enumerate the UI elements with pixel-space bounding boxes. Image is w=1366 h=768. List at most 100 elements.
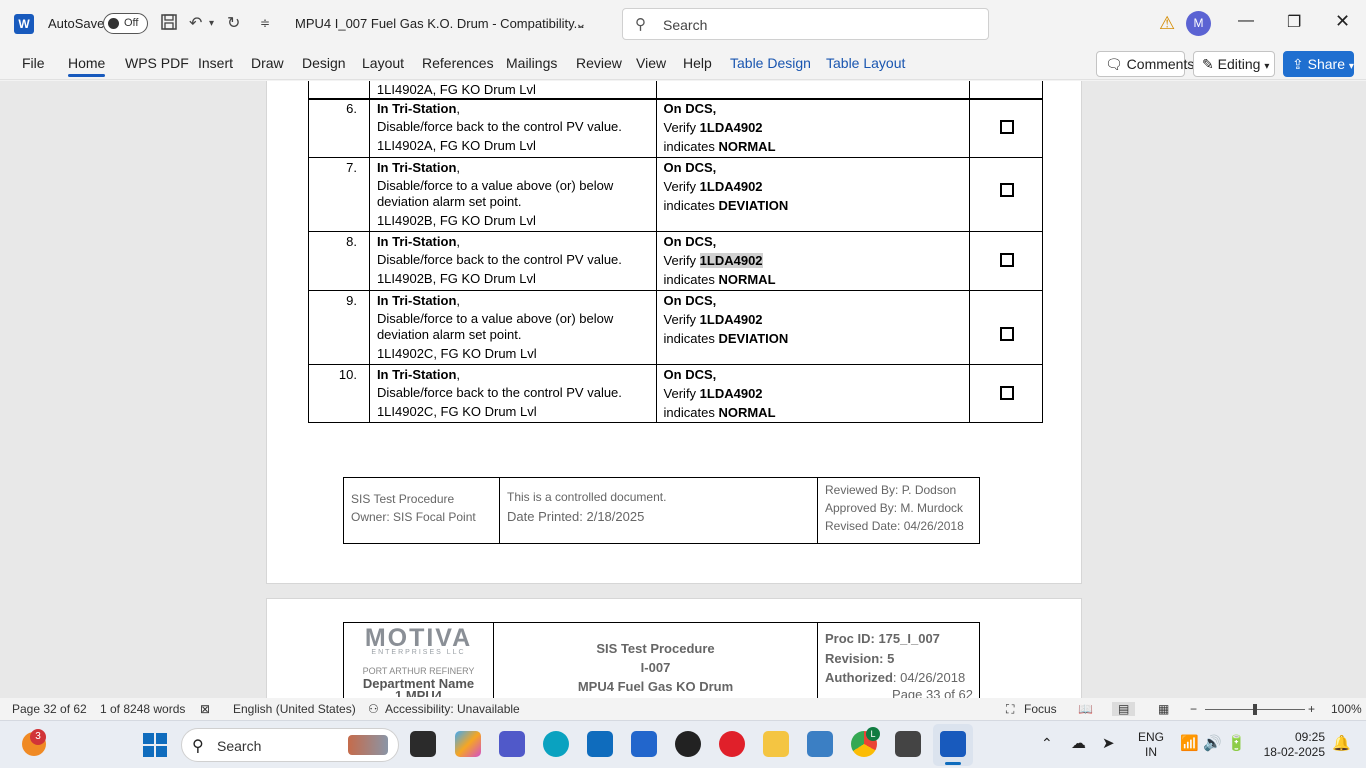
task-view-icon[interactable] [410, 731, 436, 757]
tab-wps-pdf[interactable]: WPS PDF [125, 55, 189, 71]
zoom-in-icon[interactable]: + [1308, 702, 1315, 716]
redo-icon[interactable]: ↻ [227, 13, 240, 33]
undo-icon[interactable]: ↶ [189, 13, 202, 33]
action-cell[interactable]: In Tri-Station, Disable/force to a value … [368, 157, 657, 232]
volume-icon[interactable]: 🔊 [1203, 734, 1222, 752]
clock[interactable]: 09:25 18-02-2025 [1259, 730, 1325, 760]
web-layout-icon[interactable]: ▦ [1158, 702, 1169, 716]
close-icon[interactable]: ✕ [1335, 11, 1350, 32]
undo-dropdown-icon[interactable]: ▾ [209, 18, 214, 29]
document-page[interactable]: 1LI4902A, FG KO Drum Lvl 6. In Tri-Statio… [266, 81, 1082, 584]
print-layout-icon[interactable]: ▤ [1112, 702, 1136, 716]
wifi-icon[interactable]: 📶 [1180, 734, 1199, 752]
comments-button[interactable]: 🗨 Comments [1096, 51, 1194, 77]
app2-icon[interactable] [895, 731, 921, 757]
tab-help[interactable]: Help [683, 55, 712, 71]
windows-start-icon[interactable] [143, 733, 167, 757]
notification-bell-icon[interactable]: 🔔 [1332, 734, 1351, 752]
action-cell[interactable]: In Tri-Station, Disable/force back to the… [368, 364, 657, 423]
tab-insert[interactable]: Insert [198, 55, 233, 71]
copilot-icon[interactable] [455, 731, 481, 757]
step-checkbox[interactable] [1000, 183, 1015, 197]
taskbar-search[interactable]: ⚲ Search [181, 728, 399, 762]
action-cell[interactable]: 1LI4902A, FG KO Drum Lvl [368, 81, 657, 100]
powerautomate-icon[interactable] [631, 731, 657, 757]
verify-tag[interactable]: 1LDA4902 [700, 120, 763, 135]
share-button[interactable]: ⇪ Share ▾ [1283, 51, 1354, 77]
zoom-level[interactable]: 100% [1331, 702, 1362, 716]
file-explorer-icon[interactable] [763, 731, 789, 757]
verify-tag[interactable]: 1LDA4902 [699, 253, 763, 268]
avatar[interactable]: M [1186, 11, 1211, 36]
teams-icon[interactable] [499, 731, 525, 757]
tab-view[interactable]: View [636, 55, 666, 71]
tab-design[interactable]: Design [302, 55, 346, 71]
action-cell[interactable]: In Tri-Station, Disable/force to a value … [368, 290, 657, 365]
header-procedure-id: I-007 [640, 660, 671, 675]
autosave-toggle[interactable]: Off [103, 13, 148, 34]
tab-layout[interactable]: Layout [362, 55, 404, 71]
verify-tag[interactable]: 1LDA4902 [700, 179, 763, 194]
focus-button[interactable]: Focus [1024, 702, 1057, 716]
maximize-icon[interactable]: ❐ [1287, 12, 1301, 32]
network-status-icon[interactable]: ☁ [1071, 734, 1086, 752]
verify-cell[interactable] [655, 81, 971, 100]
document-page-next[interactable]: MOTIVA ENTERPRISES LLC PORT ARTHUR REFIN… [266, 598, 1082, 698]
word-count[interactable]: 1 of 8248 words [100, 702, 185, 716]
header-title-cell: SIS Test Procedure I-007 MPU4 Fuel Gas K… [493, 622, 818, 698]
minimize-icon[interactable]: — [1238, 12, 1254, 30]
customize-quick-access-icon[interactable]: ≑ [260, 16, 270, 30]
chevron-down-icon[interactable]: ⌄ [575, 15, 587, 32]
language-indicator[interactable]: ENG IN [1138, 730, 1164, 760]
page-count[interactable]: Page 32 of 62 [12, 702, 87, 716]
verify-cell[interactable]: On DCS, Verify 1LDA4902 indicates DEVIATI… [655, 290, 971, 365]
tab-mailings[interactable]: Mailings [506, 55, 557, 71]
step-checkbox[interactable] [1000, 120, 1015, 134]
tab-table-layout[interactable]: Table Layout [826, 55, 905, 71]
verify-cell[interactable]: On DCS, Verify 1LDA4902 indicates NORMAL [655, 364, 971, 423]
zoom-slider[interactable] [1205, 704, 1305, 715]
step-checkbox[interactable] [1000, 327, 1015, 341]
action-cell[interactable]: In Tri-Station, Disable/force back to the… [368, 231, 657, 291]
search-box[interactable]: ⚲ Search [622, 8, 989, 40]
document-title[interactable]: MPU4 I_007 Fuel Gas K.O. Drum - Compatib… [295, 16, 584, 31]
search-highlight-image [348, 735, 388, 755]
chevron-up-icon[interactable]: ⌃ [1041, 735, 1053, 752]
warning-icon[interactable]: ⚠ [1159, 13, 1175, 34]
action-cell[interactable]: In Tri-Station, Disable/force back to the… [368, 98, 657, 158]
step-checkbox[interactable] [1000, 253, 1015, 267]
tab-references[interactable]: References [422, 55, 494, 71]
verify-tag[interactable]: 1LDA4902 [700, 386, 763, 401]
dell-icon[interactable] [675, 731, 701, 757]
document-area[interactable]: 1LI4902A, FG KO Drum Lvl 6. In Tri-Statio… [0, 81, 1366, 698]
read-mode-icon[interactable]: 📖 [1078, 702, 1093, 716]
word-taskbar-icon [940, 731, 966, 757]
location-icon[interactable]: ➤ [1102, 734, 1115, 752]
verify-tag[interactable]: 1LDA4902 [700, 312, 763, 327]
save-icon[interactable] [160, 13, 178, 36]
step-checkbox[interactable] [1000, 386, 1015, 400]
editing-mode-button[interactable]: ✎ Editing ▾ [1193, 51, 1275, 77]
verify-cell[interactable]: On DCS, Verify 1LDA4902 indicates DEVIATI… [655, 157, 971, 232]
tab-home[interactable]: Home [68, 55, 106, 77]
status-bar: Page 32 of 62 1 of 8248 words ⊠ English … [0, 698, 1366, 720]
app-icon[interactable] [807, 731, 833, 757]
tab-review[interactable]: Review [576, 55, 622, 71]
opera-icon[interactable] [719, 731, 745, 757]
verify-cell[interactable]: On DCS, Verify 1LDA4902 indicates NORMAL [655, 231, 971, 291]
tab-file[interactable]: File [22, 55, 45, 71]
zoom-slider-thumb[interactable] [1253, 704, 1257, 715]
accessibility-status[interactable]: Accessibility: Unavailable [385, 702, 520, 716]
edge-icon[interactable] [543, 731, 569, 757]
battery-icon[interactable]: 🔋 [1227, 734, 1246, 752]
word-taskbar-active[interactable] [933, 724, 973, 766]
store-icon[interactable] [587, 731, 613, 757]
verify-cell[interactable]: On DCS, Verify 1LDA4902 indicates NORMAL [655, 98, 971, 158]
search-icon: ⚲ [192, 738, 204, 755]
proofing-icon[interactable]: ⊠ [200, 702, 210, 716]
tab-draw[interactable]: Draw [251, 55, 284, 71]
tab-table-design[interactable]: Table Design [730, 55, 811, 71]
language[interactable]: English (United States) [233, 702, 356, 716]
zoom-out-icon[interactable]: − [1190, 702, 1197, 716]
title-bar: W AutoSave Off ↶ ▾ ↻ ≑ MPU4 I_007 Fuel G… [0, 0, 1366, 48]
